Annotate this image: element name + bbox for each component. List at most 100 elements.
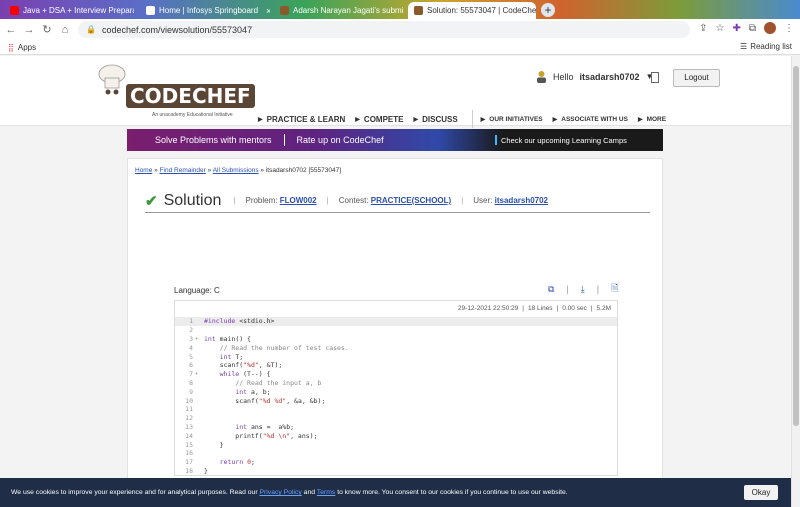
extensions-puzzle-icon[interactable]: ⧉ xyxy=(749,23,756,34)
source-code: 1 #include <stdio.h> 2 3 ▾ int main() {4 // R… xyxy=(175,317,617,475)
memory-usage: 5.2M xyxy=(596,305,611,312)
bookmarks-bar: ⣿ Apps ☰ Reading list xyxy=(0,40,800,55)
nav-label: OUR INITIATIVES xyxy=(489,115,543,123)
clipboard-icon[interactable] xyxy=(651,72,659,83)
code-viewer[interactable]: 29-12-2021 22:50:29 | 18 Lines | 0.00 se… xyxy=(174,300,618,476)
file-icon[interactable]: 🗎 xyxy=(611,281,618,297)
nav-associate[interactable]: ▶ ASSOCIATE WITH US xyxy=(553,116,628,123)
nav-practice[interactable]: ▶ PRACTICE & LEARN xyxy=(258,115,345,124)
submission-stats: 29-12-2021 22:50:29 | 18 Lines | 0.00 se… xyxy=(457,305,611,312)
apps-grid-icon: ⣿ xyxy=(8,42,14,52)
breadcrumb-all-submissions[interactable]: All Submissions xyxy=(213,167,259,174)
codechef-icon xyxy=(414,6,423,15)
caret-right-icon: ▶ xyxy=(552,116,558,123)
user-label: User: xyxy=(473,196,493,205)
apps-bookmark[interactable]: ⣿ Apps xyxy=(8,43,36,52)
page-viewport: CODECHEF An unacademy Educational Initia… xyxy=(0,56,791,507)
run-time: 0.00 sec xyxy=(562,305,587,312)
browser-tab-2[interactable]: Home | Infosys Springboard × xyxy=(140,2,270,19)
line-number: 6 xyxy=(189,361,193,370)
user-menu[interactable]: Hello itsadarsh0702 ▼ xyxy=(536,70,653,83)
nav-label: ASSOCIATE WITH US xyxy=(561,115,628,123)
nav-our-initiatives[interactable]: ▶ OUR INITIATIVES xyxy=(481,116,543,123)
caret-right-icon: ▶ xyxy=(413,116,419,123)
url-input[interactable]: 🔒 codechef.com/viewsolution/55573047 xyxy=(78,21,690,38)
submission-timestamp: 29-12-2021 22:50:29 xyxy=(457,305,519,312)
line-number: 17 xyxy=(185,458,193,467)
line-number: 5 xyxy=(189,352,193,361)
breadcrumb-current: itsadarsh0702 [55573047] xyxy=(265,167,342,174)
nav-more[interactable]: ▶ MORE xyxy=(638,116,666,123)
line-source: int T; xyxy=(219,352,244,361)
fold-toggle-icon[interactable]: ▾ xyxy=(195,336,204,342)
banner-rate-up[interactable]: Rate up on CodeChef xyxy=(297,135,384,145)
contest-link[interactable]: PRACTICE(SCHOOL) xyxy=(371,196,451,205)
menu-icon[interactable]: ⋮ xyxy=(784,23,794,34)
contest-label: Contest: xyxy=(338,196,369,205)
nav-label: COMPETE xyxy=(363,114,404,124)
nav-label: DISCUSS xyxy=(422,114,458,124)
page-scrollbar[interactable] xyxy=(791,56,800,507)
caret-right-icon: ▶ xyxy=(637,116,643,123)
share-icon[interactable]: ⇪ xyxy=(699,23,707,34)
privacy-policy-link[interactable]: Privacy Policy xyxy=(259,489,301,496)
code-line: 8 // Read the input a, b xyxy=(175,379,617,388)
line-number: 7 xyxy=(189,370,193,379)
tab-title: Java + DSA + Interview Preparati xyxy=(23,6,134,15)
nav-discuss[interactable]: ▶ DISCUSS xyxy=(413,115,457,124)
download-icon[interactable]: ⤓ xyxy=(581,284,585,295)
code-line: 4 // Read the number of test cases. xyxy=(175,343,617,352)
breadcrumb-home[interactable]: Home xyxy=(135,167,152,174)
user-link[interactable]: itsadarsh0702 xyxy=(495,196,548,205)
line-source: printf("%d \n", ans); xyxy=(204,431,318,440)
nav-compete[interactable]: ▶ COMPETE xyxy=(355,115,403,124)
line-source: int a, b; xyxy=(235,387,271,396)
code-line: 17 return 0; xyxy=(175,458,617,467)
fold-toggle-icon[interactable]: ▾ xyxy=(195,371,204,377)
page-title: Solution xyxy=(163,191,222,209)
logout-button[interactable]: Logout xyxy=(673,69,720,87)
lock-icon: 🔒 xyxy=(86,25,96,34)
reload-icon[interactable]: ↻ xyxy=(40,23,54,36)
copy-icon[interactable]: ⧉ xyxy=(548,284,554,295)
browser-tab-1[interactable]: Java + DSA + Interview Preparati × xyxy=(4,2,134,19)
banner-learning-camps[interactable]: Check our upcoming Learning Camps xyxy=(495,135,627,145)
home-icon[interactable]: ⌂ xyxy=(58,24,72,36)
site-header: CODECHEF An unacademy Educational Initia… xyxy=(0,56,791,128)
line-number: 9 xyxy=(189,387,193,396)
browser-tab-3[interactable]: Adarsh Narayan Jagati's submis × xyxy=(274,2,404,19)
code-line: 6 scanf("%d", &T); xyxy=(175,361,617,370)
line-source: while (T--) { xyxy=(219,370,271,379)
cookie-okay-button[interactable]: Okay xyxy=(744,485,778,500)
nav-label: PRACTICE & LEARN xyxy=(266,114,346,124)
address-bar-row: ← → ↻ ⌂ 🔒 codechef.com/viewsolution/5557… xyxy=(0,19,800,40)
terms-link[interactable]: Terms xyxy=(317,489,336,496)
banner-camps-label: Check our upcoming Learning Camps xyxy=(501,135,627,145)
profile-avatar[interactable] xyxy=(764,22,776,34)
solution-panel: Home » Find Remainder » All Submissions … xyxy=(127,158,663,507)
browser-tab-4-active[interactable]: Solution: 55573047 | CodeChef × xyxy=(408,2,536,19)
codechef-logo[interactable]: CODECHEF An unacademy Educational Initia… xyxy=(96,64,255,120)
close-icon[interactable]: × xyxy=(262,6,270,16)
new-tab-button[interactable]: + xyxy=(541,3,555,17)
code-toolbar: ⧉ | ⤓ | 🗎 xyxy=(548,281,618,297)
check-icon: ✔ xyxy=(145,192,158,210)
line-number: 13 xyxy=(185,422,193,431)
line-number: 18 xyxy=(185,466,193,475)
reading-list[interactable]: ☰ Reading list xyxy=(740,42,792,51)
chef-hat-icon xyxy=(98,64,126,95)
scrollbar-thumb[interactable] xyxy=(793,66,799,426)
code-line: 18} xyxy=(175,467,617,476)
youtube-icon xyxy=(10,6,19,15)
line-number: 14 xyxy=(185,431,193,440)
cookie-text: We use cookies to improve your experienc… xyxy=(11,489,568,496)
problem-link[interactable]: FLOW002 xyxy=(280,196,317,205)
extension-icon[interactable]: ✚ xyxy=(732,23,740,34)
breadcrumb-problem[interactable]: Find Remainder xyxy=(160,167,206,174)
back-icon[interactable]: ← xyxy=(4,24,18,36)
promo-banner[interactable]: Solve Problems with mentors Rate up on C… xyxy=(127,129,663,151)
tab-title: Solution: 55573047 | CodeChef xyxy=(427,6,536,15)
forward-icon[interactable]: → xyxy=(22,24,36,36)
bookmark-star-icon[interactable]: ☆ xyxy=(716,23,725,34)
banner-mentors[interactable]: Solve Problems with mentors xyxy=(155,135,272,145)
